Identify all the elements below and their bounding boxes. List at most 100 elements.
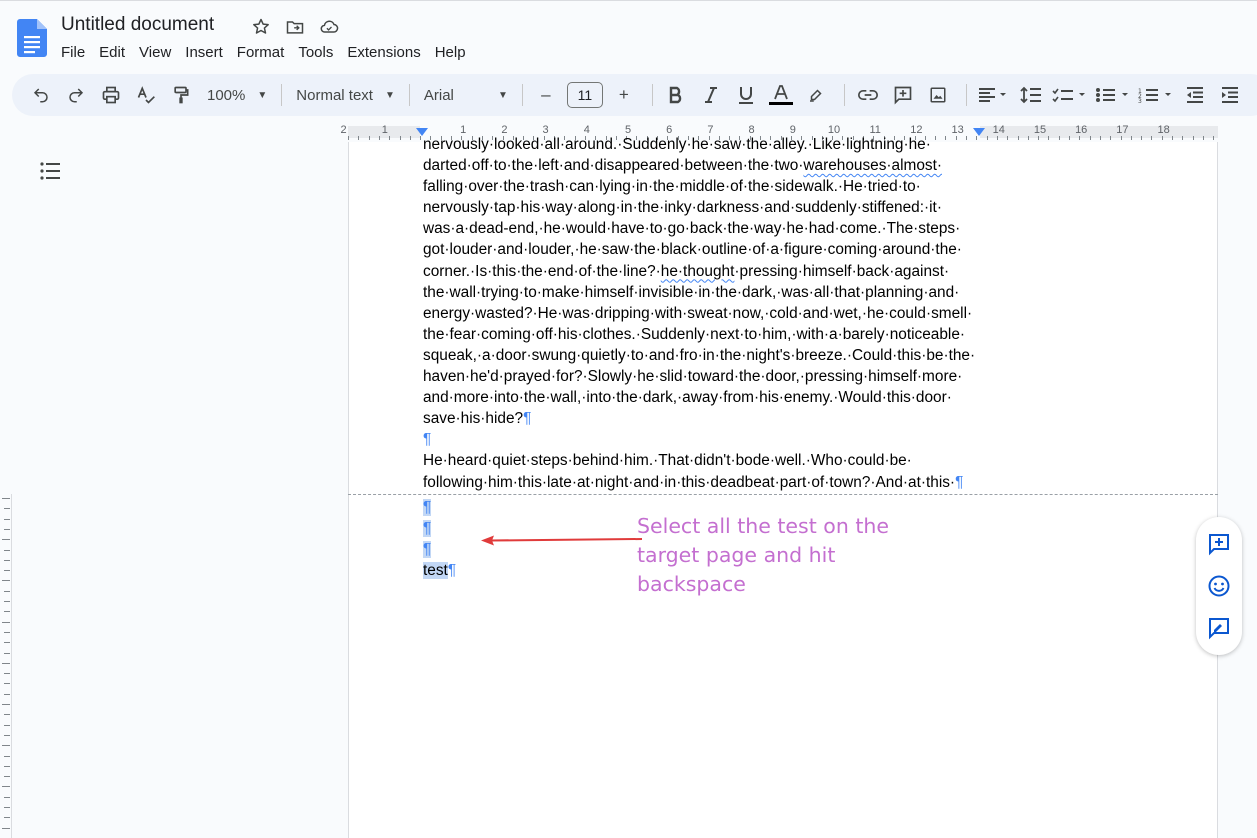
increase-indent-icon[interactable] — [1215, 80, 1245, 110]
ruler-number: 15 — [1033, 124, 1047, 136]
menu-bar: File Edit View Insert Format Tools Exten… — [54, 42, 473, 63]
ruler-tick — [358, 136, 360, 140]
style-dropdown[interactable]: Normal text ▼ — [290, 87, 401, 104]
ruler-tick — [1007, 136, 1009, 140]
ruler-tick — [4, 549, 10, 551]
bulleted-list-icon[interactable] — [1094, 80, 1132, 110]
ruler-tick — [1089, 136, 1091, 140]
ruler-tick — [4, 631, 10, 633]
toolbar: 100% ▼ Normal text ▼ Arial ▼ – 11 + 1 2 … — [12, 74, 1257, 116]
insert-image-icon[interactable] — [923, 80, 953, 110]
ruler-tick — [4, 528, 10, 530]
svg-text:3: 3 — [1138, 98, 1142, 103]
ruler-tick — [348, 136, 349, 140]
ruler-tick — [2, 621, 10, 623]
paint-format-icon[interactable] — [166, 80, 196, 110]
menu-edit[interactable]: Edit — [92, 42, 132, 63]
text-line: falling·over·the·trash·can·lying·in·the·… — [423, 178, 921, 196]
ruler-tick — [1110, 136, 1112, 140]
text-line: and·more·into·the·wall,·into·the·dark,·a… — [423, 389, 952, 407]
menu-file[interactable]: File — [54, 42, 92, 63]
spellcheck-icon[interactable] — [131, 80, 161, 110]
underline-icon[interactable] — [731, 80, 761, 110]
redo-icon[interactable] — [61, 80, 91, 110]
ruler-tick — [399, 136, 401, 140]
add-comment-icon[interactable] — [888, 80, 918, 110]
decrease-font-size-button[interactable]: – — [531, 80, 561, 110]
ruler-tick — [1151, 136, 1153, 140]
emoji-reaction-icon[interactable] — [1205, 572, 1233, 600]
ruler-tick — [4, 817, 10, 819]
ruler-tick — [1172, 136, 1173, 140]
ruler-tick — [4, 796, 10, 798]
menu-format[interactable]: Format — [230, 42, 292, 63]
font-dropdown[interactable]: Arial ▼ — [418, 87, 514, 104]
add-comment-icon[interactable] — [1205, 530, 1233, 558]
italic-icon[interactable] — [696, 80, 726, 110]
highlight-icon[interactable] — [801, 80, 831, 110]
docs-logo-icon[interactable] — [17, 19, 47, 57]
ruler-tick — [4, 518, 10, 520]
spelling-suggestion[interactable]: warehouses·almost· — [803, 157, 942, 174]
menu-tools[interactable]: Tools — [291, 42, 340, 63]
star-icon[interactable] — [250, 16, 272, 38]
ruler-tick — [1192, 136, 1194, 140]
text-line: darted·off·to·the·left·and·disappeared·b… — [423, 157, 942, 175]
increase-font-size-button[interactable]: + — [609, 80, 639, 110]
page-break — [348, 494, 1218, 495]
bold-icon[interactable] — [661, 80, 691, 110]
page1-text[interactable]: nervously·looked·all·around.·Suddenly·he… — [423, 134, 1003, 493]
zoom-dropdown[interactable]: 100% ▼ — [201, 87, 273, 104]
checklist-icon[interactable] — [1051, 80, 1089, 110]
text-line: squeak,·a·door·swung·quietly·to·and·fro·… — [423, 346, 976, 364]
decrease-indent-icon[interactable] — [1180, 80, 1210, 110]
ruler-tick — [4, 590, 10, 592]
font-size-input[interactable]: 11 — [566, 82, 603, 108]
document-outline-icon[interactable] — [40, 162, 60, 180]
ruler-tick — [1141, 136, 1143, 140]
grammar-suggestion[interactable]: he·thought — [661, 263, 735, 280]
selected-text[interactable]: test — [423, 562, 448, 580]
chevron-down-icon: ▼ — [257, 89, 268, 101]
ruler-tick — [1182, 136, 1184, 140]
document-title[interactable]: Untitled document — [61, 14, 214, 36]
undo-icon[interactable] — [26, 80, 56, 110]
toolbar-divider — [521, 84, 523, 106]
menu-view[interactable]: View — [132, 42, 178, 63]
ruler-tick — [2, 580, 10, 582]
ruler-tick — [1038, 136, 1040, 140]
menu-extensions[interactable]: Extensions — [340, 42, 427, 63]
numbered-list-icon[interactable]: 123 — [1137, 80, 1175, 110]
ruler-tick — [409, 136, 411, 140]
text-line: following·him·this·late·at·night·and·in·… — [423, 473, 964, 491]
cloud-saved-icon[interactable] — [318, 16, 340, 38]
text-line: was·a·dead-end,·he·would·have·to·go·back… — [423, 220, 961, 238]
menu-insert[interactable]: Insert — [178, 42, 230, 63]
move-to-folder-icon[interactable] — [284, 16, 306, 38]
menu-help[interactable]: Help — [428, 42, 473, 63]
ruler-tick — [4, 570, 10, 572]
line-spacing-icon[interactable] — [1016, 80, 1046, 110]
align-left-icon[interactable] — [975, 80, 1011, 110]
ruler-tick — [2, 704, 10, 705]
ruler-number: 1 — [381, 124, 388, 136]
suggest-edits-icon[interactable] — [1205, 614, 1233, 642]
ruler-tick — [2, 827, 10, 829]
vertical-ruler[interactable] — [0, 494, 12, 838]
ruler-tick — [1099, 136, 1101, 140]
toolbar-divider — [281, 84, 283, 106]
ruler-tick — [389, 136, 391, 140]
chevron-down-icon: ▼ — [384, 89, 395, 101]
ruler-tick — [4, 693, 10, 695]
selected-pilcrow: ¶ — [423, 520, 432, 538]
ruler-number: 16 — [1075, 124, 1088, 136]
print-icon[interactable] — [96, 80, 126, 110]
ruler-tick — [4, 642, 10, 644]
insert-link-icon[interactable] — [853, 80, 883, 110]
text-color-icon[interactable] — [766, 80, 796, 110]
ruler-tick — [4, 807, 10, 808]
ruler-tick — [1130, 136, 1132, 140]
ruler-tick — [1213, 136, 1215, 140]
ruler-tick — [4, 714, 10, 716]
ruler-tick — [1120, 136, 1122, 140]
